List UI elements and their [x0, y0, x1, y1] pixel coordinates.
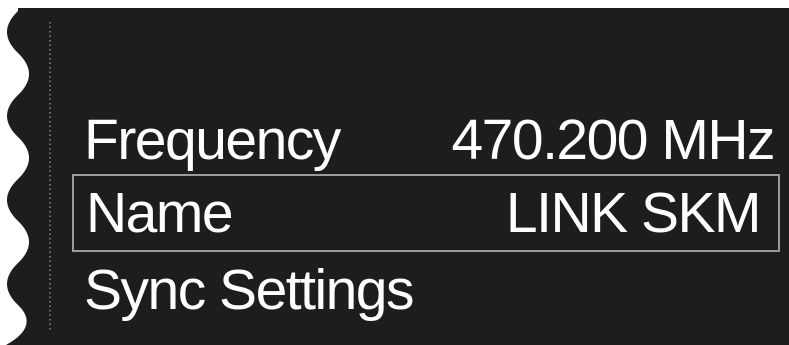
menu-item-frequency[interactable]: Frequency 470.200 MHz: [72, 104, 780, 176]
menu-item-label: Name: [86, 180, 234, 245]
frequency-value: 470.200 MHz: [451, 107, 775, 172]
device-display: Frequency 470.200 MHz Name LINK SKM Sync…: [0, 0, 789, 345]
menu-item-name[interactable]: Name LINK SKM: [72, 174, 780, 252]
menu-item-label: Sync Settings: [84, 257, 415, 322]
menu-item-sync-settings[interactable]: Sync Settings: [72, 254, 780, 326]
menu-item-label: Frequency: [84, 107, 341, 172]
menu-list: Frequency 470.200 MHz Name LINK SKM Sync…: [0, 0, 789, 345]
name-value: LINK SKM: [505, 180, 762, 245]
